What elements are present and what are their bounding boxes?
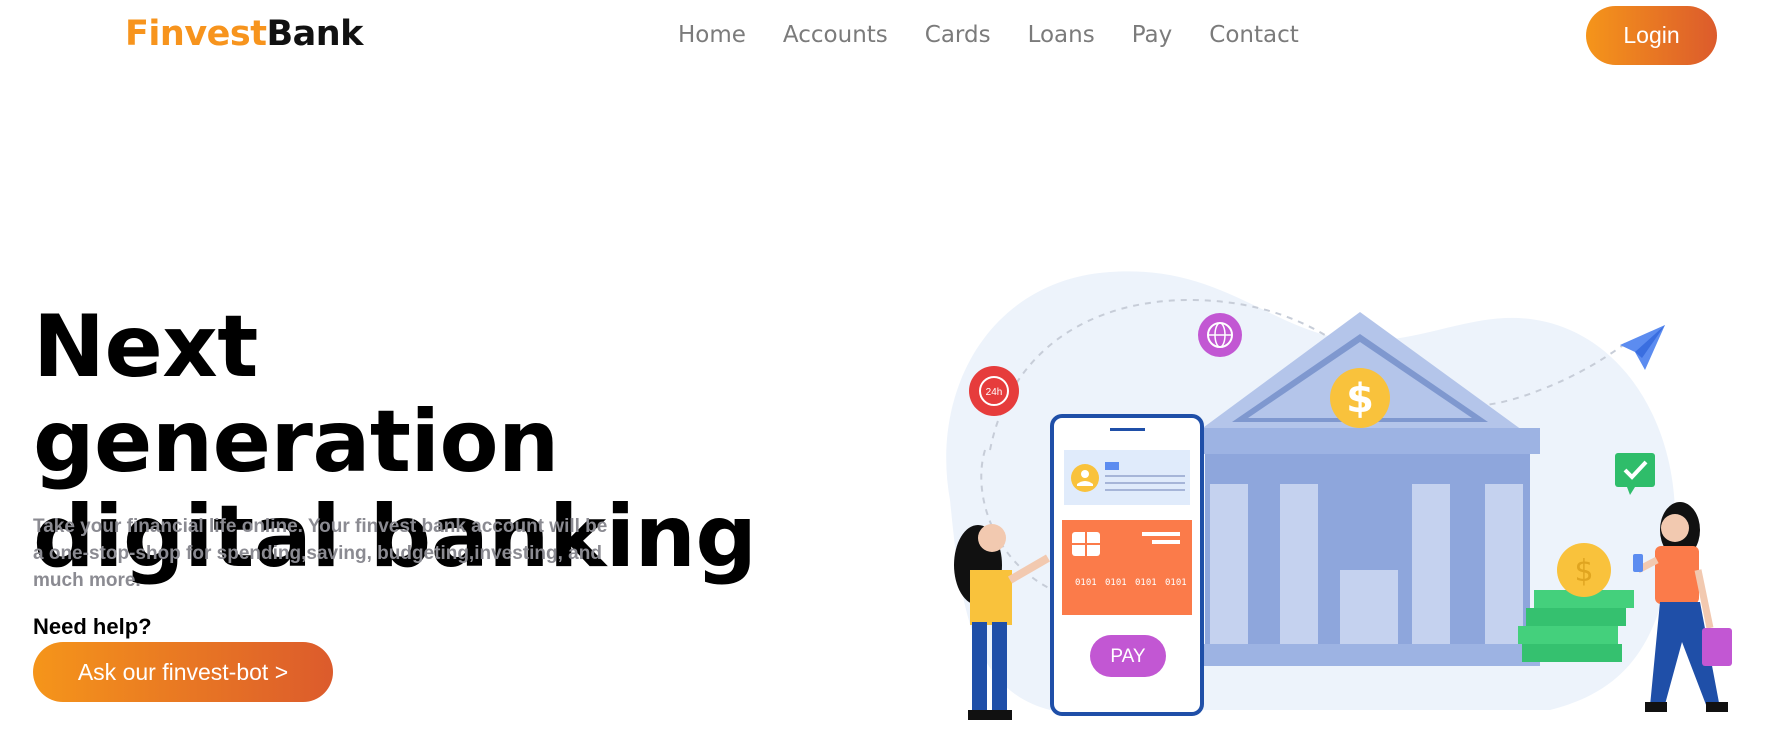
globe-icon xyxy=(1198,313,1242,357)
nav-link-pay[interactable]: Pay xyxy=(1132,22,1173,48)
nav-link-accounts[interactable]: Accounts xyxy=(783,22,888,48)
banking-illustration: 24h $ 0101 0101 0101 0101 PAY $ xyxy=(946,271,1732,720)
hero-title-line1: Next generation xyxy=(33,297,559,492)
card-number-3: 0101 xyxy=(1135,578,1157,588)
brand-logo-part1: Finvest xyxy=(125,14,267,54)
phone-illustration: 0101 0101 0101 0101 PAY xyxy=(1050,414,1204,716)
main-nav: Home Accounts Cards Loans Pay Contact xyxy=(678,22,1299,48)
clock-label: 24h xyxy=(986,387,1003,398)
dollar-symbol: $ xyxy=(1346,376,1374,422)
card-number-4: 0101 xyxy=(1165,578,1187,588)
nav-link-cards[interactable]: Cards xyxy=(925,22,991,48)
help-label: Need help? xyxy=(33,614,152,639)
nav-link-loans[interactable]: Loans xyxy=(1028,22,1095,48)
brand-logo-part2: Bank xyxy=(266,14,363,54)
paper-plane-icon xyxy=(1620,325,1665,370)
brand-logo[interactable]: FinvestBank xyxy=(125,14,363,54)
user-icon xyxy=(1071,464,1099,492)
clock-24h-icon: 24h xyxy=(969,366,1019,416)
card-chip-icon xyxy=(1072,532,1100,556)
pay-label: PAY xyxy=(1110,646,1146,667)
dollar-coin-icon: $ xyxy=(1330,368,1390,428)
card-number-1: 0101 xyxy=(1075,578,1097,588)
nav-link-contact[interactable]: Contact xyxy=(1209,22,1298,48)
svg-text:$: $ xyxy=(1574,554,1593,589)
ask-bot-button[interactable]: Ask our finvest-bot > xyxy=(33,642,333,702)
hero-description: Take your financial life online. Your fi… xyxy=(33,516,608,591)
nav-link-home[interactable]: Home xyxy=(678,22,746,48)
card-number-2: 0101 xyxy=(1105,578,1127,588)
login-button[interactable]: Login xyxy=(1586,6,1717,65)
